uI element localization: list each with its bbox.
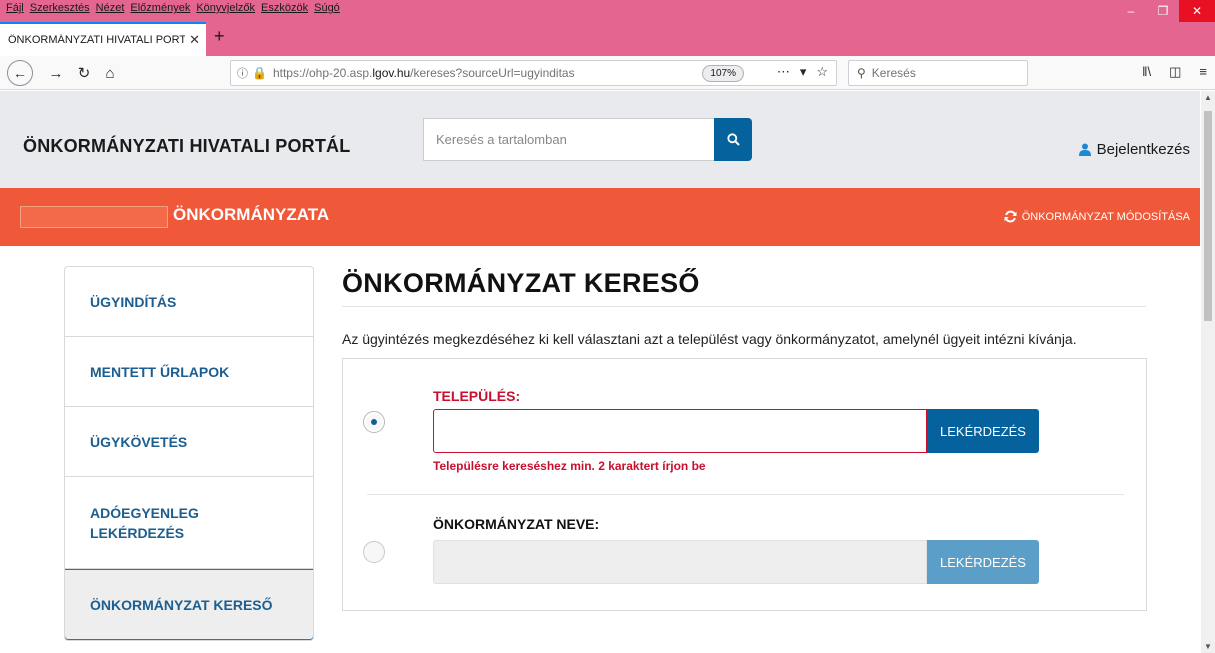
bookmark-star-icon[interactable]: ☆ [816, 64, 828, 80]
lock-icon: 🔒 [252, 66, 267, 80]
url-actions: ⋯ ▾ ☆ [777, 64, 828, 80]
sidebar-item-tax-balance[interactable]: ADÓEGYENLEG LEKÉRDEZÉS [65, 477, 313, 569]
settlement-query-button[interactable]: LEKÉRDEZÉS [927, 409, 1039, 453]
new-tab-button[interactable]: + [214, 26, 225, 47]
hamburger-menu-icon[interactable]: ≡ [1199, 64, 1207, 80]
sidebar-toggle-icon[interactable]: ◫ [1169, 64, 1181, 80]
refresh-icon [1004, 210, 1017, 223]
change-municipality-label: ÖNKORMÁNYZAT MÓDOSÍTÁSA [1021, 210, 1190, 223]
menu-view[interactable]: Nézet [96, 2, 125, 18]
scroll-up-icon[interactable]: ▲ [1204, 93, 1212, 102]
municipality-name-placeholder [20, 206, 168, 228]
browser-tab[interactable]: ÖNKORMÁNYZATI HIVATALI PORT ✕ [0, 22, 206, 56]
page-content: ÖNKORMÁNYZATI HIVATALI PORTÁL Bejelentke… [0, 91, 1200, 653]
change-municipality-link[interactable]: ÖNKORMÁNYZAT MÓDOSÍTÁSA [1004, 210, 1190, 223]
menu-help[interactable]: Súgó [314, 2, 340, 18]
maximize-button[interactable]: ❐ [1147, 0, 1179, 22]
municipality-name-label: ÖNKORMÁNYZAT NEVE: [433, 516, 600, 532]
intro-text: Az ügyintézés megkezdéséhez ki kell vála… [342, 331, 1077, 347]
municipality-title: ÖNKORMÁNYZATA [173, 205, 330, 224]
content-search-input[interactable] [423, 118, 714, 161]
browser-right-tools: ‖\ ◫ ≡ [1142, 64, 1207, 80]
site-header: ÖNKORMÁNYZATI HIVATALI PORTÁL Bejelentke… [0, 91, 1200, 188]
sidebar-menu: ÜGYINDÍTÁS MENTETT ŰRLAPOK ÜGYKÖVETÉS AD… [64, 266, 314, 641]
settlement-radio[interactable] [363, 411, 385, 433]
site-info-icon[interactable]: ⓘ [237, 65, 248, 81]
menu-file[interactable]: Fájl [6, 2, 24, 18]
settlement-input[interactable] [433, 409, 927, 453]
browser-menu-bar: Fájl Szerkesztés Nézet Előzmények Könyvj… [6, 2, 340, 18]
browser-toolbar: ← → ↻ ⌂ ⓘ 🔒 https://ohp-20.asp.lgov.hu/k… [0, 56, 1215, 90]
search-icon [726, 133, 740, 146]
home-button[interactable]: ⌂ [98, 61, 122, 85]
address-bar[interactable]: ⓘ 🔒 https://ohp-20.asp.lgov.hu/kereses?s… [230, 60, 837, 86]
scrollbar-thumb[interactable] [1204, 111, 1212, 321]
tab-close-icon[interactable]: ✕ [189, 32, 200, 48]
minimize-button[interactable]: – [1115, 0, 1147, 22]
page-actions-icon[interactable]: ⋯ [777, 64, 790, 80]
content-search [423, 118, 752, 161]
panel-divider [367, 494, 1124, 495]
menu-edit[interactable]: Szerkesztés [30, 2, 90, 18]
login-link[interactable]: Bejelentkezés [1078, 141, 1190, 158]
title-divider [342, 306, 1146, 307]
municipality-query-button[interactable]: LEKÉRDEZÉS [927, 540, 1039, 584]
pocket-icon[interactable]: ▾ [800, 64, 807, 80]
page-scrollbar[interactable]: ▲ ▼ [1201, 91, 1215, 653]
menu-bookmarks[interactable]: Könyvjelzők [196, 2, 255, 18]
browser-title-bar: Fájl Szerkesztés Nézet Előzmények Könyvj… [0, 0, 1215, 56]
sidebar-item-municipality-search[interactable]: ÖNKORMÁNYZAT KERESŐ [65, 569, 313, 640]
user-icon [1078, 143, 1091, 156]
back-button[interactable]: ← [7, 60, 33, 86]
browser-search-bar[interactable]: ⚲ Keresés [848, 60, 1028, 86]
menu-tools[interactable]: Eszközök [261, 2, 308, 18]
sidebar-item-saved-forms[interactable]: MENTETT ŰRLAPOK [65, 337, 313, 407]
zoom-level[interactable]: 107% [702, 65, 744, 82]
window-controls: – ❐ ✕ [1115, 0, 1215, 22]
browser-search-placeholder: Keresés [871, 66, 916, 80]
settlement-label: TELEPÜLÉS: [433, 388, 521, 404]
search-panel: TELEPÜLÉS: LEKÉRDEZÉS Településre keresé… [342, 358, 1147, 611]
tab-title: ÖNKORMÁNYZATI HIVATALI PORT [8, 34, 186, 46]
menu-history[interactable]: Előzmények [130, 2, 190, 18]
municipality-bar: ÖNKORMÁNYZATA ÖNKORMÁNYZAT MÓDOSÍTÁSA [0, 188, 1200, 246]
forward-button[interactable]: → [44, 61, 68, 85]
close-window-button[interactable]: ✕ [1179, 0, 1215, 22]
portal-title[interactable]: ÖNKORMÁNYZATI HIVATALI PORTÁL [23, 136, 350, 157]
municipality-radio[interactable] [363, 541, 385, 563]
reload-button[interactable]: ↻ [72, 61, 96, 85]
url-text: https://ohp-20.asp.lgov.hu/kereses?sourc… [272, 66, 575, 80]
page-title: ÖNKORMÁNYZAT KERESŐ [342, 268, 700, 298]
sidebar-item-ugyinditas[interactable]: ÜGYINDÍTÁS [65, 267, 313, 337]
scroll-down-icon[interactable]: ▼ [1204, 642, 1212, 651]
search-icon: ⚲ [857, 66, 866, 80]
content-search-button[interactable] [714, 118, 752, 161]
settlement-error-message: Településre kereséshez min. 2 karaktert … [433, 459, 706, 473]
municipality-name-input[interactable] [433, 540, 927, 584]
sidebar-item-case-tracking[interactable]: ÜGYKÖVETÉS [65, 407, 313, 477]
login-label: Bejelentkezés [1096, 141, 1190, 158]
library-icon[interactable]: ‖\ [1142, 64, 1151, 80]
